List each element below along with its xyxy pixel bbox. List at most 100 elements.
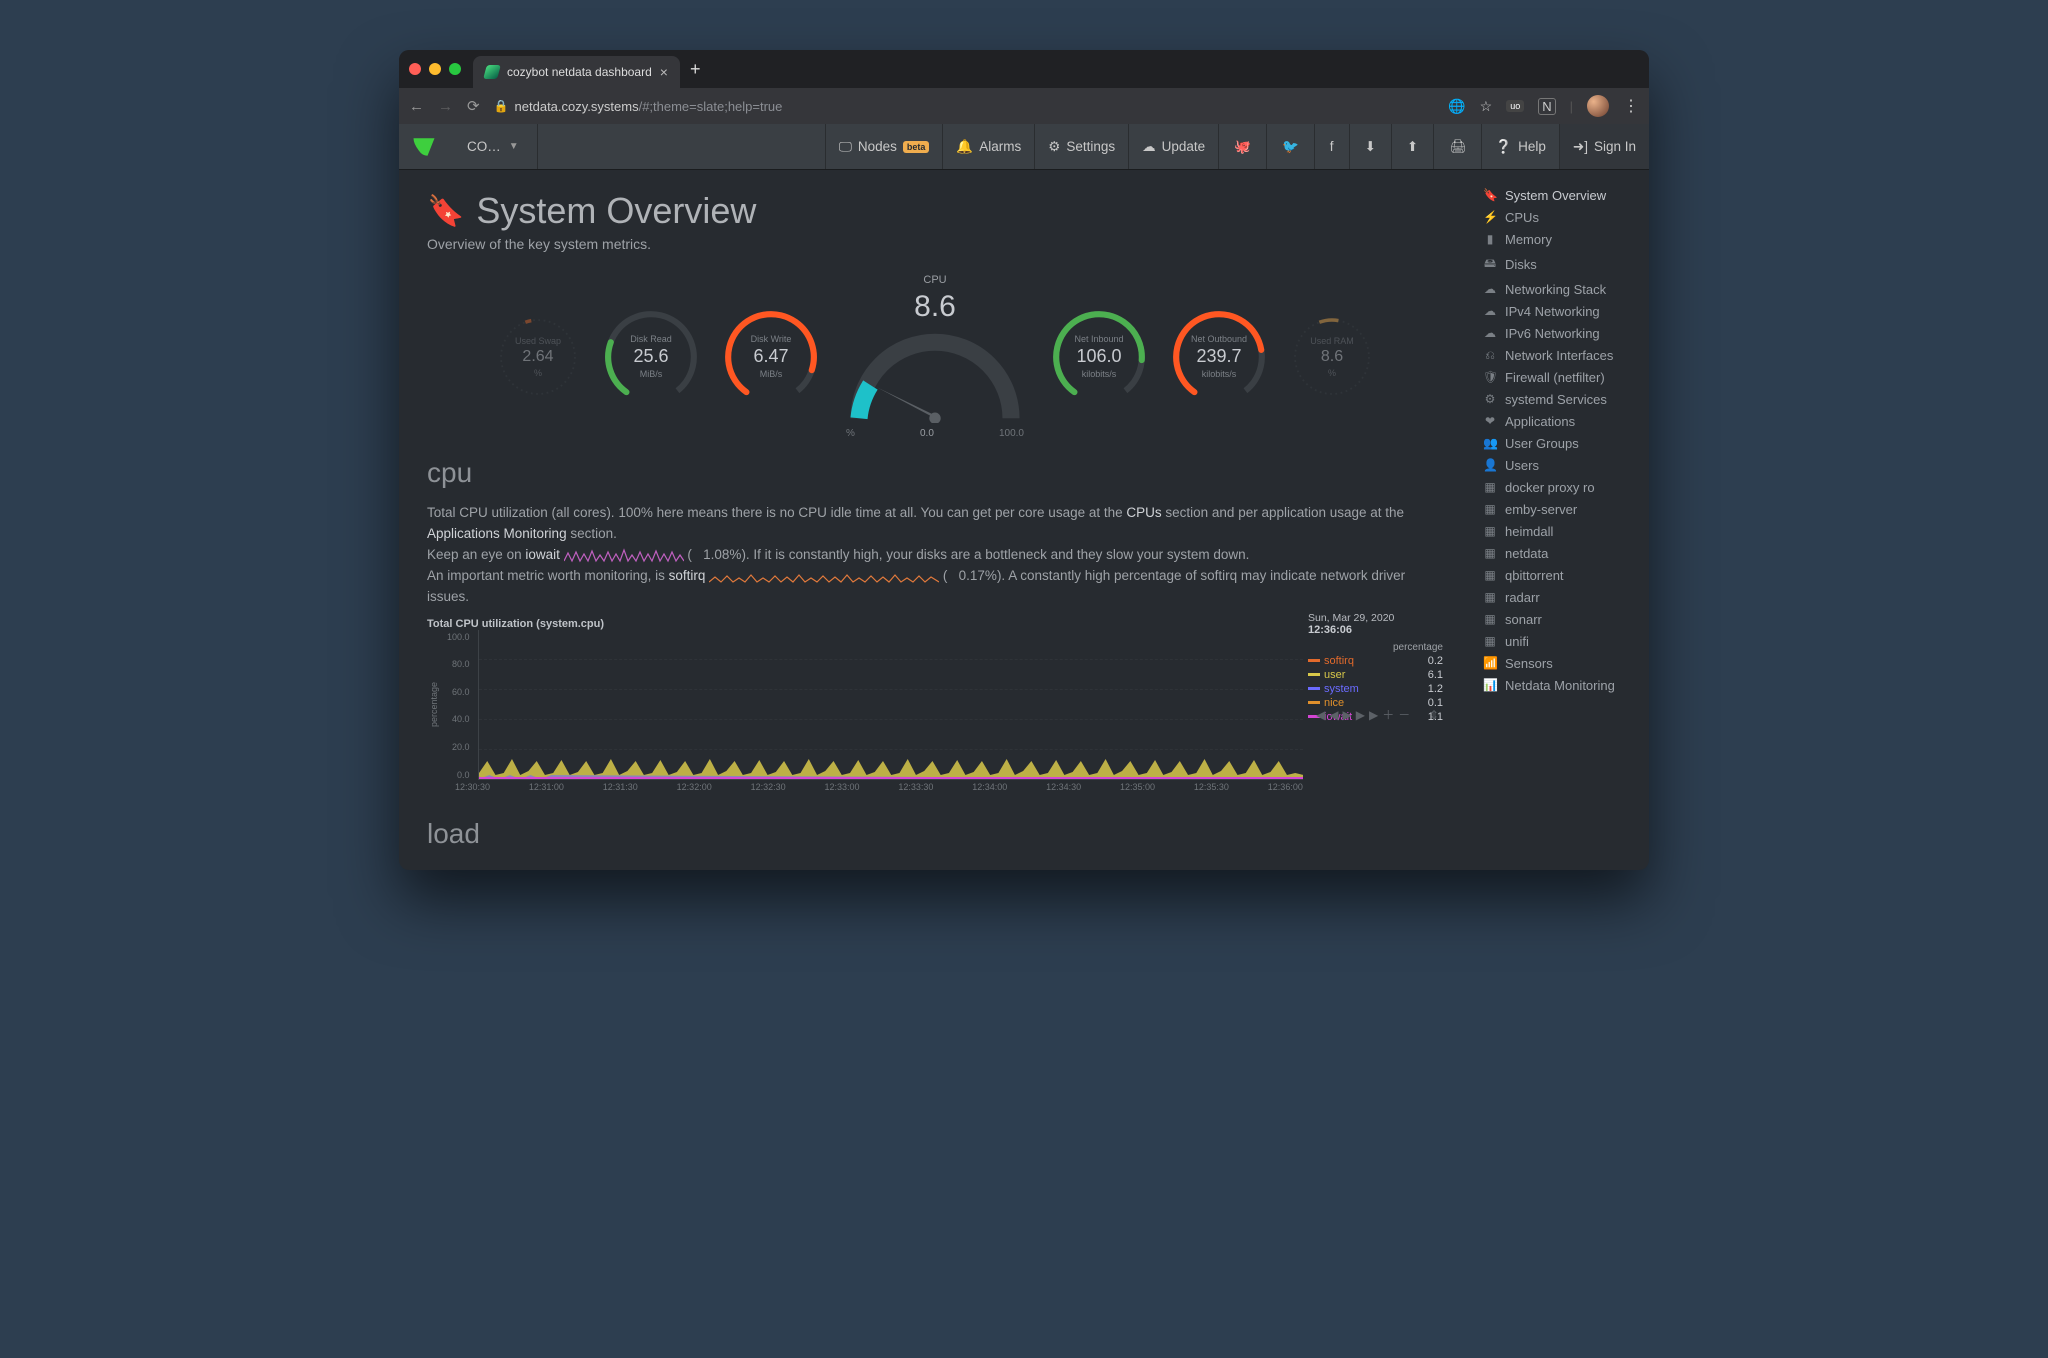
sidebar-item[interactable]: ▦emby-server (1471, 498, 1641, 520)
link-cpus[interactable]: CPUs (1126, 505, 1161, 520)
sidebar-item-label: Disks (1505, 257, 1537, 272)
download-button[interactable]: ⬇ (1349, 124, 1391, 169)
sidebar-item[interactable]: ▮Memory (1471, 228, 1641, 250)
sparkline-iowait-icon (564, 547, 684, 563)
ytick: 100.0 (447, 632, 470, 642)
host-dropdown[interactable]: CO… ▼ (449, 124, 538, 169)
help-button[interactable]: ❔ Help (1481, 124, 1559, 169)
chart-plot-area[interactable] (478, 630, 1303, 780)
extension-translate-icon[interactable]: 🌐 (1448, 98, 1465, 115)
sidebar-item[interactable]: ▦qbittorrent (1471, 564, 1641, 586)
print-button[interactable]: 🖨 (1433, 124, 1481, 169)
facebook-link[interactable]: f (1314, 124, 1349, 169)
chart-zoomin-icon[interactable]: ＋ (1382, 708, 1398, 722)
sidebar-item-label: netdata (1505, 546, 1548, 561)
sparkline-softirq-icon (709, 568, 939, 584)
sidebar-item[interactable]: 📶Sensors (1471, 652, 1641, 674)
extension-notion-icon[interactable]: N (1538, 98, 1555, 115)
ytick: 40.0 (447, 714, 470, 724)
nav-reload-icon[interactable]: ⟳ (467, 97, 480, 115)
new-tab-button[interactable]: + (680, 59, 711, 80)
netdata-logo-icon[interactable] (399, 124, 449, 169)
sidebar-item[interactable]: ▦unifi (1471, 630, 1641, 652)
sidebar-item[interactable]: ❤Applications (1471, 410, 1641, 432)
twitter-icon: 🐦 (1282, 139, 1299, 155)
facebook-icon: f (1330, 139, 1334, 154)
gauge-used-swap[interactable]: Used Swap 2.64 % (494, 313, 582, 401)
sidebar-item[interactable]: ☁IPv6 Networking (1471, 322, 1641, 344)
upload-button[interactable]: ⬆ (1391, 124, 1433, 169)
sidebar-item[interactable]: ▦heimdall (1471, 520, 1641, 542)
sidebar-item[interactable]: 👤 Users (1471, 454, 1641, 476)
sidebar-item[interactable]: 📊 Netdata Monitoring (1471, 674, 1641, 696)
sidebar-item[interactable]: ▦sonarr (1471, 608, 1641, 630)
sidebar-item[interactable]: 👥User Groups (1471, 432, 1641, 454)
user-icon: 👤 (1483, 458, 1497, 472)
browser-menu-icon[interactable]: ⋮ (1623, 96, 1639, 116)
nav-forward-icon[interactable]: → (438, 98, 453, 115)
cloud-icon: ☁ (1483, 304, 1497, 318)
gauge-used-ram[interactable]: Used RAM 8.6 % (1288, 313, 1376, 401)
xtick: 12:35:30 (1194, 782, 1229, 792)
settings-label: Settings (1066, 139, 1115, 154)
legend-row[interactable]: softirq0.2 (1308, 655, 1443, 667)
sidebar-item[interactable]: ▦docker proxy ro (1471, 476, 1641, 498)
chart-legend: Sun, Mar 29, 2020 12:36:06 percentage so… (1308, 612, 1443, 723)
sidebar-item-label: Users (1505, 458, 1539, 473)
sidebar-item[interactable]: ☁IPv4 Networking (1471, 300, 1641, 322)
chart-forward-icon[interactable]: ▶▶ (1356, 708, 1382, 722)
update-button[interactable]: ☁ Update (1128, 124, 1218, 169)
sidebar-item[interactable]: 🛡Firewall (netfilter) (1471, 366, 1641, 388)
gauge-net-inbound[interactable]: Net Inbound 106.0 kilobits/s (1048, 306, 1150, 408)
window-close-icon[interactable] (409, 63, 421, 75)
bookmark-star-icon[interactable]: ☆ (1480, 98, 1493, 115)
nav-back-icon[interactable]: ← (409, 98, 424, 115)
help-label: Help (1518, 139, 1546, 154)
link-applications-monitoring[interactable]: Applications Monitoring (427, 526, 567, 541)
chart-zoomout-icon[interactable]: － (1398, 708, 1414, 722)
chart-yaxis: 100.0 80.0 60.0 40.0 20.0 0.0 (447, 630, 470, 780)
gauge-disk-write[interactable]: Disk Write 6.47 MiB/s (720, 306, 822, 408)
sidebar-item[interactable]: ⎌Network Interfaces (1471, 344, 1641, 366)
window-maximize-icon[interactable] (449, 63, 461, 75)
gauge-disk-read[interactable]: Disk Read 25.6 MiB/s (600, 306, 702, 408)
gauge-net-outbound[interactable]: Net Outbound 239.7 kilobits/s (1168, 306, 1270, 408)
chart-rewind-icon[interactable]: ◀◀ (1316, 708, 1342, 722)
nodes-button[interactable]: 🖵 Nodes beta (825, 124, 943, 169)
xtick: 12:32:00 (677, 782, 712, 792)
sitemap-icon: ⎌ (1483, 348, 1497, 363)
github-link[interactable]: 🐙 (1218, 124, 1266, 169)
chart-play-icon[interactable]: ▶ (1343, 708, 1356, 722)
tab-close-icon[interactable]: × (660, 64, 668, 80)
upload-icon: ⬆ (1407, 139, 1418, 155)
extension-ublock-icon[interactable]: uo (1506, 100, 1524, 112)
address-field[interactable]: 🔒 netdata.cozy.systems/#;theme=slate;hel… (494, 99, 1435, 114)
sidebar-item[interactable]: ⚡CPUs (1471, 206, 1641, 228)
sidebar-item[interactable]: ▦radarr (1471, 586, 1641, 608)
sidebar-item[interactable]: ▦netdata (1471, 542, 1641, 564)
settings-button[interactable]: ⚙ Settings (1034, 124, 1128, 169)
section-body-cpu: Total CPU utilization (all cores). 100% … (427, 503, 1443, 608)
window-minimize-icon[interactable] (429, 63, 441, 75)
sidebar-item-label: Netdata Monitoring (1505, 678, 1615, 693)
cloud-icon: ☁ (1483, 326, 1497, 340)
chart-resize-icon[interactable]: ⇕ (1429, 708, 1443, 722)
cpu-chart[interactable]: Total CPU utilization (system.cpu) perce… (427, 618, 1443, 792)
sidebar-item[interactable]: 🔖System Overview (1471, 184, 1641, 206)
twitter-link[interactable]: 🐦 (1266, 124, 1314, 169)
signin-button[interactable]: ➜] Sign In (1559, 124, 1649, 169)
sidebar-item[interactable]: 🖴Disks (1471, 250, 1641, 278)
gauge-cpu[interactable]: CPU 8.6 % 0.0 100.0 (840, 274, 1030, 439)
chart-controls[interactable]: ◀◀▶▶▶＋－ ⇕ (1316, 706, 1443, 723)
sidebar-item[interactable]: ⚙systemd Services (1471, 388, 1641, 410)
legend-row[interactable]: system1.2 (1308, 683, 1443, 695)
browser-tab[interactable]: cozybot netdata dashboard × (473, 56, 680, 88)
signin-label: Sign In (1594, 139, 1636, 154)
nodes-label: Nodes (858, 139, 897, 154)
alarms-button[interactable]: 🔔 Alarms (942, 124, 1034, 169)
profile-avatar-icon[interactable] (1587, 95, 1609, 117)
gauge-min-unit: % (846, 428, 855, 439)
bars-icon: 📊 (1483, 678, 1497, 692)
legend-row[interactable]: user6.1 (1308, 669, 1443, 681)
sidebar-item[interactable]: ☁Networking Stack (1471, 278, 1641, 300)
